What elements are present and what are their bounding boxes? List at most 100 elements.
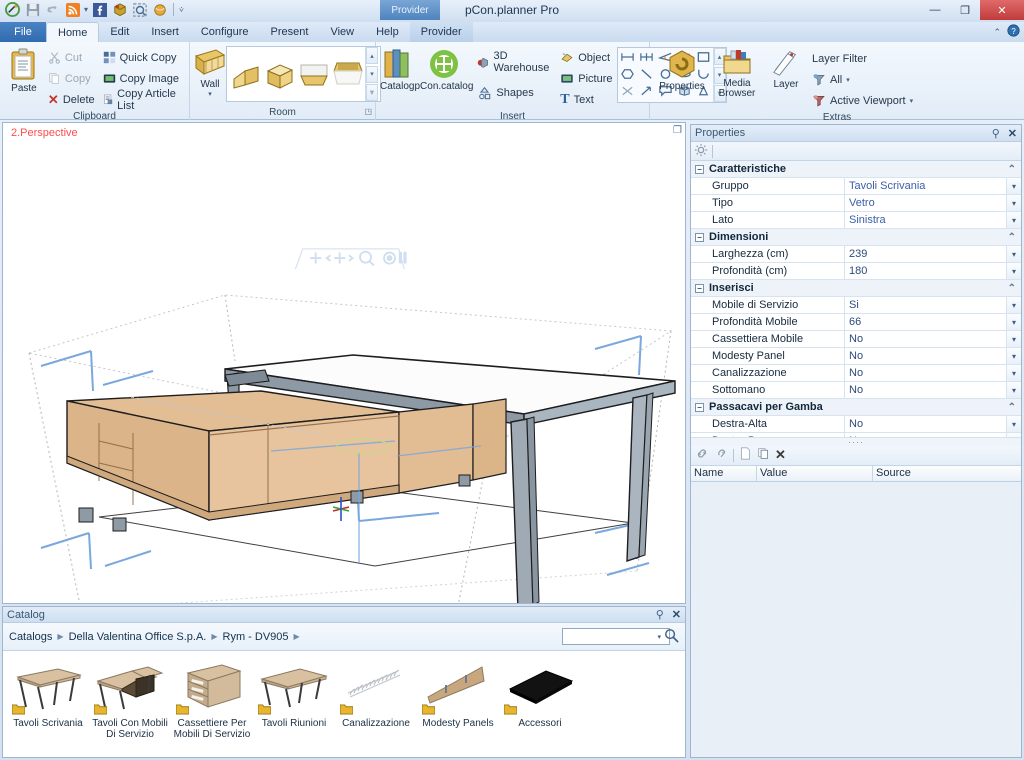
- property-group-header-passacavi[interactable]: − Passacavi per Gamba ⌃: [691, 399, 1021, 416]
- property-value[interactable]: No: [845, 382, 1006, 398]
- properties-button[interactable]: Properties: [654, 45, 710, 92]
- maximize-button[interactable]: ❐: [950, 0, 980, 20]
- catalog-item[interactable]: Tavoli Riunioni: [255, 659, 333, 740]
- chevron-down-icon[interactable]: ▾: [1006, 314, 1021, 330]
- copy-icon[interactable]: [757, 447, 770, 463]
- layer-button[interactable]: Layer: [764, 45, 808, 90]
- property-row-sottomano[interactable]: Sottomano No ▾: [691, 382, 1021, 399]
- scene-model[interactable]: [3, 123, 686, 604]
- layer-filter-dropdown-icon[interactable]: ▾: [846, 76, 850, 84]
- floor-icon[interactable]: [297, 49, 331, 99]
- close-button[interactable]: ✕: [980, 0, 1024, 20]
- property-value[interactable]: Vetro: [845, 195, 1006, 211]
- menu-present[interactable]: Present: [260, 22, 320, 42]
- attributes-table-body[interactable]: [691, 481, 1021, 757]
- menu-configure[interactable]: Configure: [190, 22, 260, 42]
- window-controls[interactable]: — ❐ ✕: [920, 0, 1024, 20]
- property-value[interactable]: Si: [845, 297, 1006, 313]
- layer-filter-all-button[interactable]: All ▾: [808, 69, 917, 90]
- menu-help[interactable]: Help: [365, 22, 410, 42]
- chevron-down-icon[interactable]: ▾: [1006, 348, 1021, 364]
- breadcrumb-series[interactable]: Rym - DV905: [223, 631, 289, 643]
- pcon-catalog-button[interactable]: pCon.catalog: [414, 45, 473, 92]
- viewport-3d[interactable]: 2.Perspective ❐: [2, 122, 686, 604]
- ribbon-help-icons[interactable]: ⌃ ?: [993, 24, 1020, 40]
- property-row-modesty-panel[interactable]: Modesty Panel No ▾: [691, 348, 1021, 365]
- property-value[interactable]: 66: [845, 314, 1006, 330]
- column-name[interactable]: Name: [691, 465, 757, 481]
- catalog-item[interactable]: Tavoli Scrivania: [9, 659, 87, 740]
- chevron-up-icon[interactable]: ⌃: [1008, 402, 1016, 413]
- new-icon[interactable]: [739, 447, 752, 463]
- property-row-larghezza[interactable]: Larghezza (cm) 239 ▾: [691, 246, 1021, 263]
- room-box-icon[interactable]: [263, 49, 297, 99]
- property-value[interactable]: No: [845, 365, 1006, 381]
- unlink-icon[interactable]: [714, 447, 728, 463]
- breadcrumb-catalogs[interactable]: Catalogs: [9, 631, 52, 643]
- chevron-down-icon[interactable]: ▾: [1006, 212, 1021, 228]
- property-group-header-caratteristiche[interactable]: − Caratteristiche ⌃: [691, 161, 1021, 178]
- property-group-header-dimensioni[interactable]: − Dimensioni ⌃: [691, 229, 1021, 246]
- room-corner-icon[interactable]: [229, 49, 263, 99]
- menu-insert[interactable]: Insert: [140, 22, 190, 42]
- collapse-toggle-icon[interactable]: −: [695, 402, 704, 412]
- room-dialog-launcher-icon[interactable]: ◳: [364, 105, 372, 119]
- column-value[interactable]: Value: [757, 465, 873, 481]
- property-value[interactable]: Tavoli Scrivania: [845, 178, 1006, 194]
- catalog-search-input[interactable]: [562, 628, 671, 645]
- property-value[interactable]: No: [845, 348, 1006, 364]
- catalog-item[interactable]: Tavoli Con Mobili Di Servizio: [91, 659, 169, 740]
- paste-button[interactable]: Paste: [4, 45, 44, 94]
- menu-home[interactable]: Home: [46, 22, 100, 42]
- media-browser-button[interactable]: Media Browser: [710, 45, 764, 99]
- cross-point-icon[interactable]: [618, 82, 637, 99]
- breadcrumb-manufacturer[interactable]: Della Valentina Office S.p.A.: [69, 631, 207, 643]
- delete-icon[interactable]: ✕: [775, 447, 786, 463]
- minimize-button[interactable]: —: [920, 0, 950, 20]
- dimension-linear-icon[interactable]: [618, 48, 637, 65]
- link-icon[interactable]: [695, 447, 709, 463]
- collapse-toggle-icon[interactable]: −: [695, 164, 704, 174]
- chevron-up-icon[interactable]: ⌃: [1008, 164, 1016, 175]
- menu-provider[interactable]: Provider: [409, 22, 473, 42]
- property-row-gruppo[interactable]: Gruppo Tavoli Scrivania ▾: [691, 178, 1021, 195]
- copy-image-button[interactable]: Copy Image: [99, 68, 185, 89]
- polygon-icon[interactable]: [618, 65, 637, 82]
- catalog-item[interactable]: Cassettiere Per Mobili Di Servizio: [173, 659, 251, 740]
- catalog-pin-icon[interactable]: ⚲: [656, 608, 664, 621]
- chevron-down-icon[interactable]: ▾: [1006, 331, 1021, 347]
- catalog-search-dropdown-icon[interactable]: ▾: [657, 633, 661, 641]
- chevron-down-icon[interactable]: ▾: [1006, 195, 1021, 211]
- property-value[interactable]: 180: [845, 263, 1006, 279]
- property-group-header-inserisci[interactable]: − Inserisci ⌃: [691, 280, 1021, 297]
- wall-dropdown-icon[interactable]: ▾: [208, 90, 212, 98]
- panel-splitter-grip[interactable]: ····: [691, 436, 1021, 447]
- chevron-down-icon[interactable]: ▾: [1006, 416, 1021, 432]
- property-row-profondita[interactable]: Profondità (cm) 180 ▾: [691, 263, 1021, 280]
- copy-article-list-button[interactable]: Copy Article List: [99, 88, 185, 112]
- catalog-search-area[interactable]: ▾: [562, 628, 679, 646]
- chevron-down-icon[interactable]: ▾: [1006, 365, 1021, 381]
- collapse-ribbon-icon[interactable]: ⌃: [993, 27, 1001, 38]
- chevron-down-icon[interactable]: ▾: [1006, 246, 1021, 262]
- property-value[interactable]: No: [845, 416, 1006, 432]
- menu-edit[interactable]: Edit: [99, 22, 140, 42]
- text-button[interactable]: T Text: [556, 89, 616, 110]
- wall-button[interactable]: Wall ▾: [194, 45, 226, 98]
- attributes-toolbar[interactable]: ✕: [691, 445, 1021, 466]
- chevron-down-icon[interactable]: ▾: [1006, 178, 1021, 194]
- delete-button[interactable]: ✕ Delete: [44, 89, 99, 110]
- catalog-item[interactable]: Modesty Panels: [419, 659, 497, 740]
- warehouse-button[interactable]: 3D Warehouse: [473, 50, 556, 74]
- copy-button[interactable]: Copy: [44, 68, 99, 89]
- property-row-destra-alta[interactable]: Destra-Alta No ▾: [691, 416, 1021, 433]
- cut-button[interactable]: Cut: [44, 47, 99, 68]
- collapse-toggle-icon[interactable]: −: [695, 232, 704, 242]
- settings-gear-icon[interactable]: [694, 143, 708, 160]
- catalog-item[interactable]: Accessori: [501, 659, 579, 740]
- object-button[interactable]: Object: [556, 47, 616, 68]
- collapse-toggle-icon[interactable]: −: [695, 283, 704, 293]
- active-viewport-button[interactable]: Active Viewport ▾: [808, 90, 917, 111]
- property-row-canalizzazione[interactable]: Canalizzazione No ▾: [691, 365, 1021, 382]
- chevron-up-icon[interactable]: ⌃: [1008, 232, 1016, 243]
